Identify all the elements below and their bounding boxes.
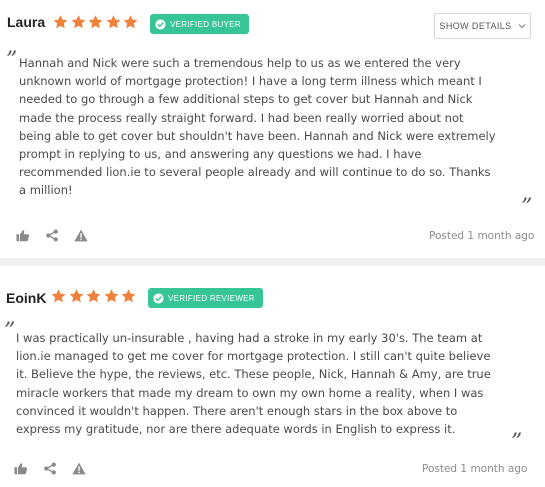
open-quote-mark: ”: [4, 319, 16, 344]
star-rating: [52, 14, 140, 30]
posted-time: Posted 1 month ago: [429, 230, 535, 242]
show-details-button[interactable]: SHOW DETAILS: [434, 13, 531, 39]
review-author: EoinK: [6, 290, 47, 306]
review-text: Hannah and Nick were such a tremendous h…: [19, 56, 496, 198]
verified-badge: VERIFIED BUYER: [150, 14, 249, 34]
share-icon[interactable]: [45, 229, 59, 242]
open-quote-mark: ”: [6, 48, 18, 73]
review-text: I was practically un-insurable , having …: [16, 331, 491, 437]
review-divider: [0, 258, 545, 266]
star-icon: [87, 14, 104, 30]
star-rating: [50, 288, 138, 304]
star-icon: [50, 288, 67, 304]
review-card: Laura VERIFIED BUYER SHOW DETAILS ” Hann…: [0, 0, 545, 258]
posted-time: Posted 1 month ago: [422, 463, 528, 475]
check-circle-icon: [153, 293, 164, 304]
report-icon[interactable]: [74, 229, 88, 242]
review-actions: [16, 229, 103, 242]
chevron-down-icon: [518, 24, 526, 29]
show-details-label: SHOW DETAILS: [439, 21, 512, 31]
star-icon: [70, 14, 87, 30]
check-circle-icon: [155, 19, 166, 30]
star-icon: [68, 288, 85, 304]
thumbs-up-icon[interactable]: [14, 462, 28, 475]
badge-label: VERIFIED REVIEWER: [168, 293, 255, 303]
star-icon: [85, 288, 102, 304]
star-icon: [105, 14, 122, 30]
review-card: EoinK VERIFIED REVIEWER ” I was practica…: [0, 266, 545, 487]
close-quote-mark: ”: [521, 195, 533, 220]
verified-badge: VERIFIED REVIEWER: [148, 288, 263, 308]
star-icon: [122, 14, 139, 30]
close-quote-mark: ”: [511, 430, 523, 455]
star-icon: [120, 288, 137, 304]
share-icon[interactable]: [43, 462, 57, 475]
badge-label: VERIFIED BUYER: [170, 19, 241, 29]
star-icon: [52, 14, 69, 30]
report-icon[interactable]: [72, 462, 86, 475]
review-author: Laura: [7, 14, 46, 30]
review-actions: [14, 462, 101, 475]
star-icon: [103, 288, 120, 304]
thumbs-up-icon[interactable]: [16, 229, 30, 242]
